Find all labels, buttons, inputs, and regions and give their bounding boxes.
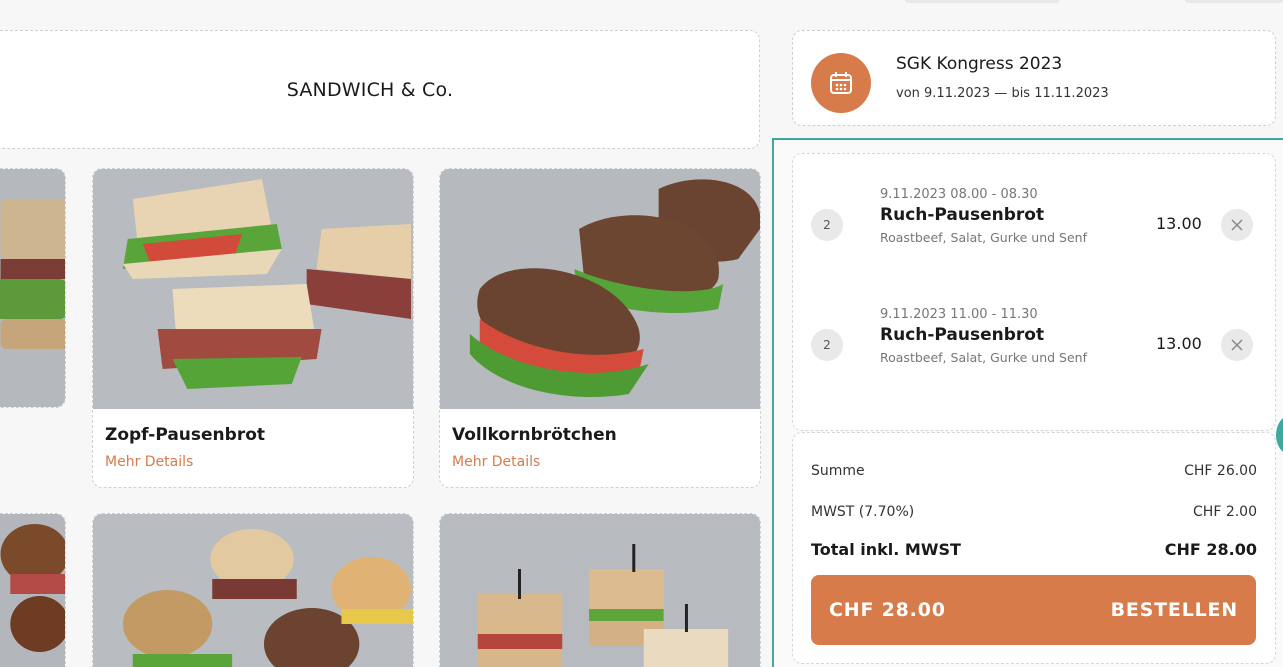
product-image (93, 169, 413, 409)
total-value: CHF 28.00 (1164, 540, 1257, 559)
item-price: 13.00 (1156, 214, 1202, 233)
more-details-link[interactable]: Mehr Details (452, 454, 540, 470)
top-control (1185, 0, 1283, 3)
cart-item: 9.11.2023 11.00 - 11.30 2 Ruch-Pausenbro… (793, 307, 1275, 417)
item-quantity[interactable]: 2 (811, 209, 843, 241)
vat-row: MWST (7.70%) CHF 2.00 (811, 504, 1257, 520)
product-card-partial[interactable] (0, 168, 66, 408)
item-time: 9.11.2023 11.00 - 11.30 (880, 307, 1038, 322)
sum-label: Summe (811, 463, 865, 479)
event-dates: von 9.11.2023 — bis 11.11.2023 (896, 86, 1109, 101)
total-label: Total inkl. MWST (811, 540, 961, 559)
product-card[interactable] (92, 513, 414, 667)
product-image (0, 169, 65, 407)
cart-totals: Summe CHF 26.00 MWST (7.70%) CHF 2.00 To… (792, 432, 1276, 664)
product-card-partial[interactable] (0, 513, 66, 667)
vat-value: CHF 2.00 (1193, 504, 1257, 520)
product-card[interactable] (439, 513, 761, 667)
item-quantity[interactable]: 2 (811, 329, 843, 361)
item-description: Roastbeef, Salat, Gurke und Senf (880, 230, 1087, 245)
cart-item: 9.11.2023 08.00 - 08.30 2 Ruch-Pausenbro… (793, 187, 1275, 297)
item-description: Roastbeef, Salat, Gurke und Senf (880, 350, 1087, 365)
sum-row: Summe CHF 26.00 (811, 463, 1257, 479)
vat-label: MWST (7.70%) (811, 504, 915, 520)
product-image (93, 514, 413, 667)
product-image (440, 514, 760, 667)
order-button[interactable]: CHF 28.00 BESTELLEN (811, 575, 1256, 645)
total-row: Total inkl. MWST CHF 28.00 (811, 540, 1257, 559)
product-name: Vollkornbrötchen (452, 425, 617, 445)
product-card[interactable]: Vollkornbrötchen Mehr Details (439, 168, 761, 488)
close-icon (1231, 339, 1243, 351)
calendar-icon (811, 53, 871, 113)
product-name: Zopf-Pausenbrot (105, 425, 266, 445)
product-card[interactable]: Zopf-Pausenbrot Mehr Details (92, 168, 414, 488)
order-amount: CHF 28.00 (829, 599, 946, 621)
item-name: Ruch-Pausenbrot (880, 325, 1045, 345)
product-image (440, 169, 760, 409)
remove-item-button[interactable] (1221, 209, 1253, 241)
sum-value: CHF 26.00 (1184, 463, 1257, 479)
event-info: SGK Kongress 2023 von 9.11.2023 — bis 11… (792, 30, 1276, 126)
item-price: 13.00 (1156, 334, 1202, 353)
event-title: SGK Kongress 2023 (896, 54, 1063, 74)
store-header: SANDWICH & Co. (0, 30, 760, 149)
store-title: SANDWICH & Co. (286, 78, 454, 101)
top-control (905, 0, 1060, 3)
product-image (0, 514, 65, 667)
item-time: 9.11.2023 08.00 - 08.30 (880, 187, 1038, 202)
close-icon (1231, 219, 1243, 231)
item-name: Ruch-Pausenbrot (880, 205, 1045, 225)
cart-items: 9.11.2023 08.00 - 08.30 2 Ruch-Pausenbro… (792, 153, 1276, 431)
more-details-link[interactable]: Mehr Details (105, 454, 193, 470)
remove-item-button[interactable] (1221, 329, 1253, 361)
order-label: BESTELLEN (1110, 599, 1238, 621)
